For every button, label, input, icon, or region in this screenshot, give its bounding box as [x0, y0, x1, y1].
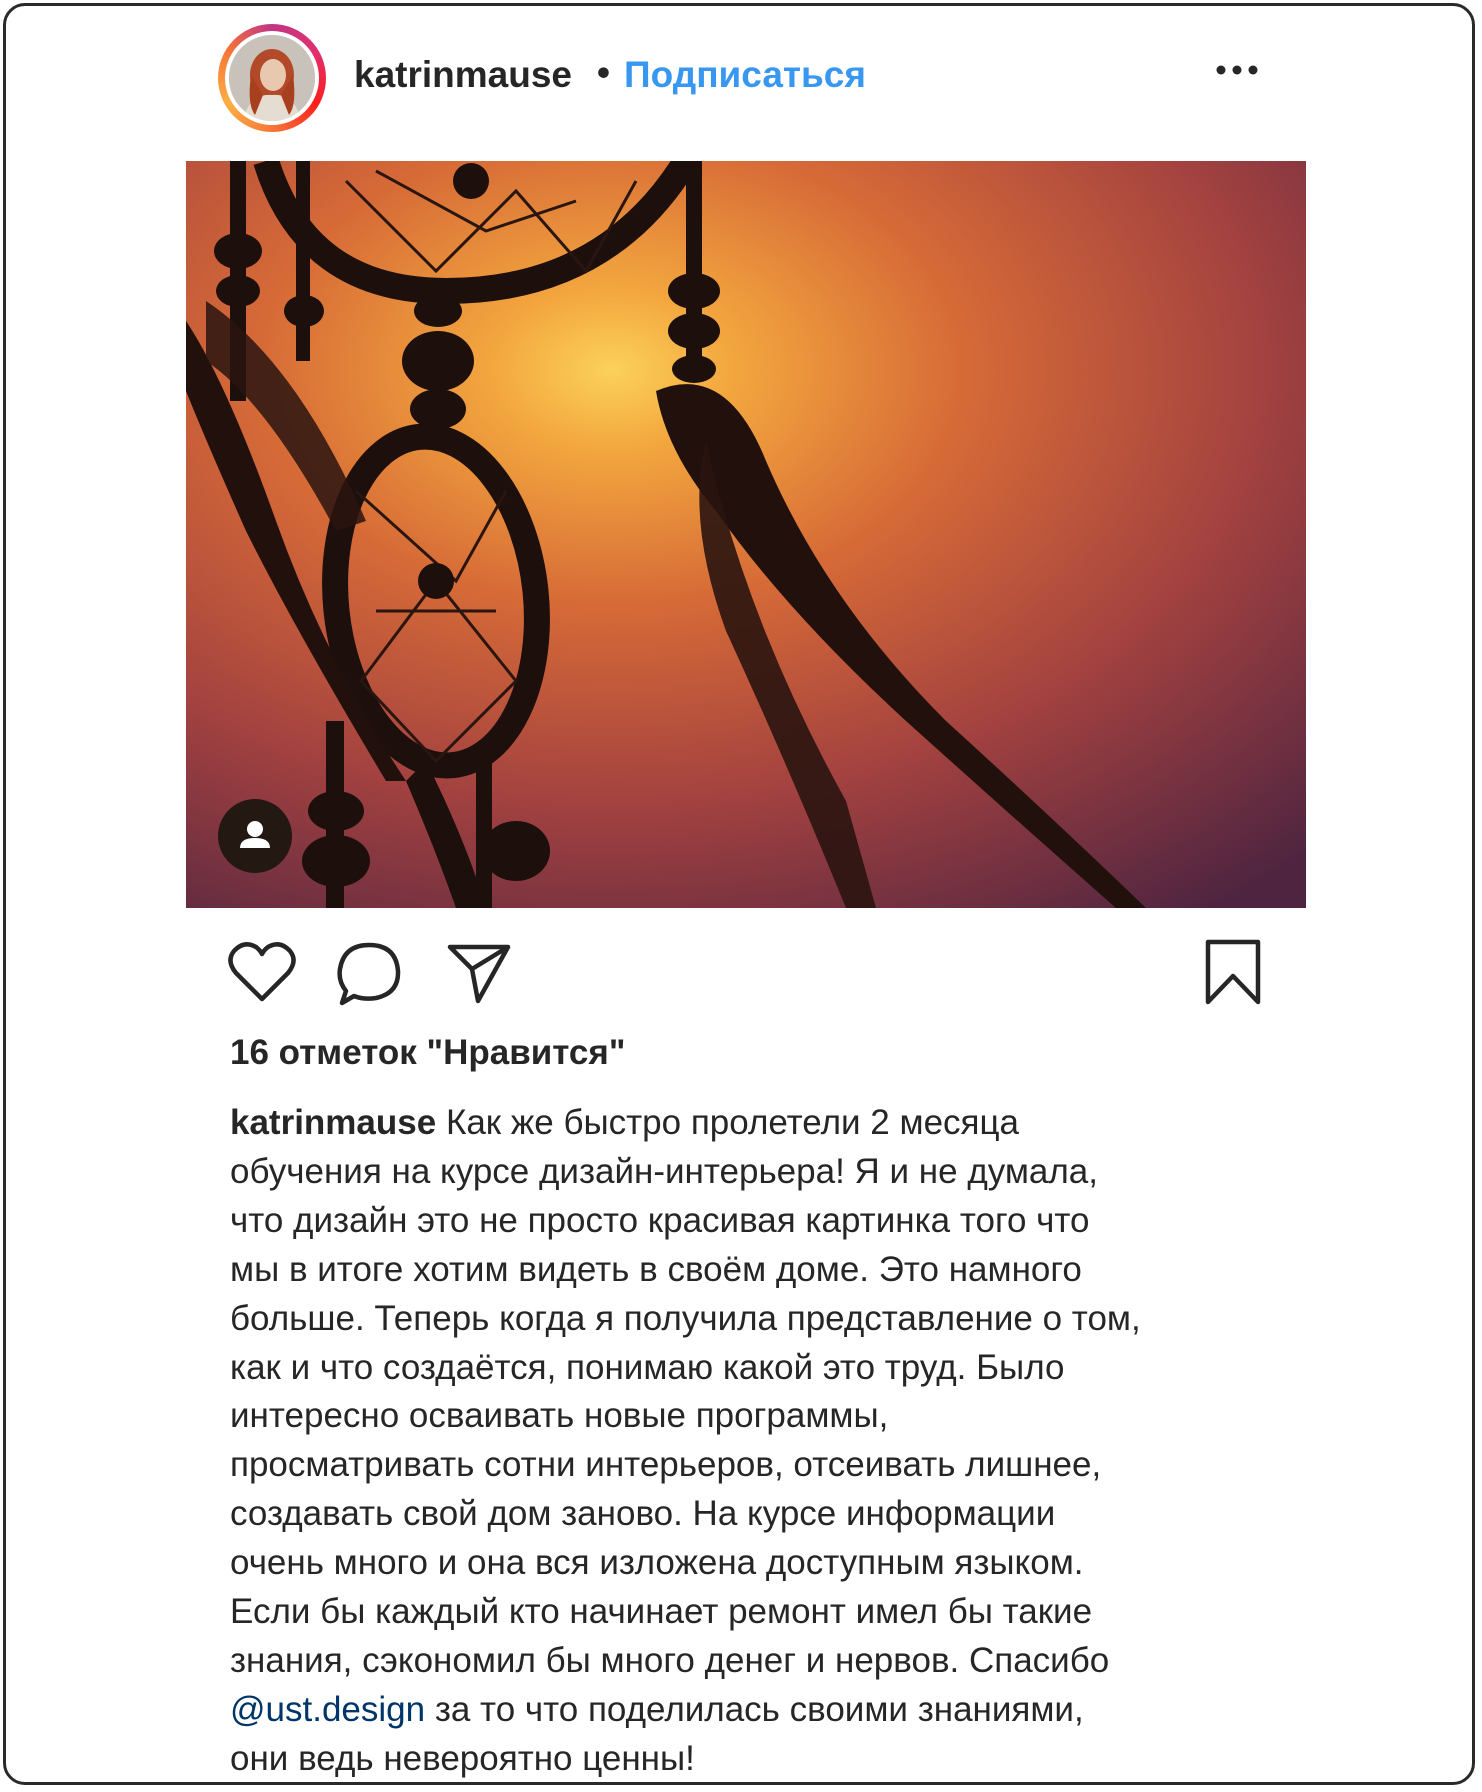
story-ring[interactable]	[218, 24, 326, 132]
caption-line: они ведь невероятно ценны!	[230, 1738, 695, 1778]
bookmark-icon[interactable]	[1203, 938, 1263, 1011]
caption-text: Как же быстро пролетели 2 месяца	[445, 1103, 1019, 1142]
comment-icon[interactable]	[336, 941, 404, 1012]
likes-count[interactable]: 16 отметок "Нравится"	[230, 1033, 625, 1073]
caption-line: создавать свой дом заново. На курсе инфо…	[230, 1494, 1056, 1534]
send-icon[interactable]	[446, 941, 512, 1010]
post-card: katrinmause • Подписаться 16 отметок "Нр…	[3, 3, 1475, 1785]
header-separator: •	[597, 52, 610, 93]
post-photo[interactable]	[186, 161, 1306, 908]
caption-line: больше. Теперь когда я получила представ…	[230, 1298, 1141, 1338]
post-actions	[228, 938, 1268, 1012]
header-username[interactable]: katrinmause	[354, 54, 572, 96]
mention-link[interactable]: @ust.design	[230, 1690, 425, 1729]
caption-line: знания, сэкономил бы много денег и нерво…	[230, 1640, 1110, 1680]
caption-line: мы в итоге хотим видеть в своём доме. Эт…	[230, 1249, 1082, 1289]
caption-line: обучения на курсе дизайн-интерьера! Я и …	[230, 1151, 1098, 1191]
user-tag-icon[interactable]	[218, 799, 292, 873]
caption-line: очень много и она вся изложена доступным…	[230, 1543, 1084, 1583]
caption-line: katrinmause Как же быстро пролетели 2 ме…	[230, 1099, 1270, 1148]
more-horizontal-icon[interactable]	[1214, 60, 1260, 80]
heart-icon[interactable]	[228, 941, 296, 1008]
post-caption: katrinmause Как же быстро пролетели 2 ме…	[230, 1099, 1270, 1784]
caption-line: как и что создаётся, понимаю какой это т…	[230, 1347, 1065, 1387]
caption-text: за то что поделилась своими знаниями,	[425, 1689, 1084, 1729]
caption-line: @ust.design за то что поделилась своими …	[230, 1686, 1270, 1735]
caption-line: просматривать сотни интерьеров, отсеиват…	[230, 1445, 1102, 1485]
post-header: katrinmause • Подписаться	[214, 24, 1270, 134]
caption-line: интересно осваивать новые программы,	[230, 1396, 889, 1436]
caption-line: Если бы каждый кто начинает ремонт имел …	[230, 1592, 1093, 1632]
dreamcatcher-photo	[186, 161, 1306, 908]
follow-button[interactable]: Подписаться	[624, 54, 866, 96]
caption-username[interactable]: katrinmause	[230, 1103, 436, 1142]
avatar[interactable]	[225, 31, 319, 125]
caption-line: что дизайн это не просто красивая картин…	[230, 1200, 1090, 1240]
